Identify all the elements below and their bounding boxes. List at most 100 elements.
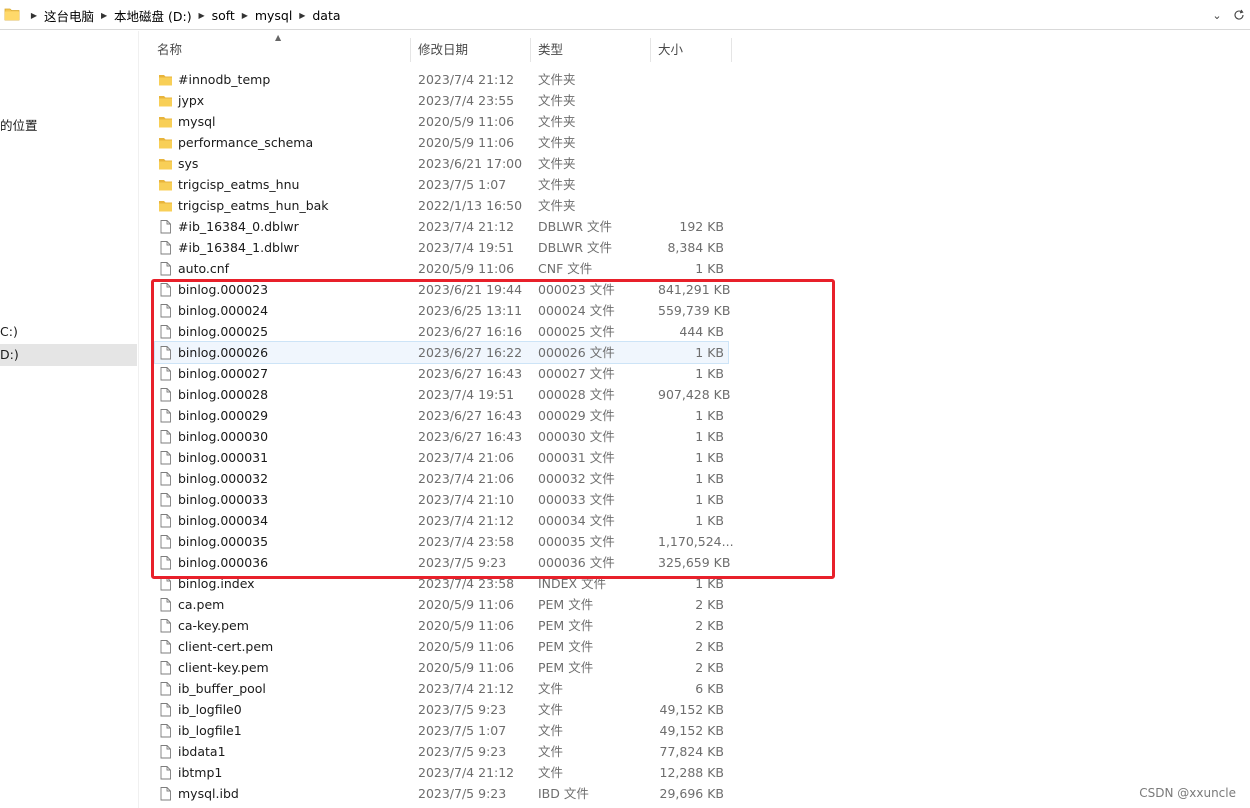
file-type: 000026 文件 <box>538 345 615 360</box>
file-name: ibdata1 <box>178 744 226 759</box>
file-type: 文件 <box>538 723 564 738</box>
file-row[interactable]: binlog.000026 2023/6/27 16:22 000026 文件 1 K… <box>154 341 729 364</box>
folder-icon <box>159 180 172 191</box>
breadcrumb-item[interactable]: mysql <box>253 8 295 23</box>
file-type: DBLWR 文件 <box>538 219 613 234</box>
chevron-down-icon[interactable]: ⌄ <box>1206 0 1228 30</box>
file-name: binlog.000034 <box>178 513 269 528</box>
file-row[interactable]: binlog.000027 2023/6/27 16:43 000027 文件 1 K… <box>155 363 728 384</box>
file-type: 文件夹 <box>538 114 576 129</box>
file-row[interactable]: ib_logfile0 2023/7/5 9:23 文件 49,152 KB <box>155 699 728 720</box>
chevron-right-icon[interactable]: ▶ <box>29 0 39 30</box>
column-date-header[interactable]: 修改日期 <box>411 38 531 62</box>
file-type: 文件夹 <box>538 198 576 213</box>
file-name: binlog.000024 <box>178 303 269 318</box>
file-row[interactable]: #ib_16384_1.dblwr 2023/7/4 19:51 DBLWR 文件 8… <box>155 237 728 258</box>
refresh-icon[interactable] <box>1228 0 1250 30</box>
file-row[interactable]: binlog.000035 2023/7/4 23:58 000035 文件 1,17… <box>155 531 734 552</box>
file-date: 2020/5/9 11:06 <box>418 660 515 675</box>
file-icon <box>160 451 171 465</box>
nav-item-drive-d[interactable]: D:) <box>0 344 137 366</box>
file-row[interactable]: ibdata1 2023/7/5 9:23 文件 77,824 KB <box>155 741 728 762</box>
file-row[interactable]: client-key.pem 2020/5/9 11:06 PEM 文件 2 KB <box>155 657 728 678</box>
file-date: 2023/7/4 21:12 <box>418 219 515 234</box>
breadcrumb-item[interactable]: 这台电脑 <box>42 6 96 25</box>
column-size-header[interactable]: 大小 <box>651 38 732 62</box>
file-row[interactable]: ib_logfile1 2023/7/5 1:07 文件 49,152 KB <box>155 720 728 741</box>
folder-icon <box>159 96 172 107</box>
file-size: 2 KB <box>695 660 724 675</box>
file-date: 2023/7/4 21:12 <box>418 513 515 528</box>
file-row[interactable]: ca.pem 2020/5/9 11:06 PEM 文件 2 KB <box>155 594 728 615</box>
file-date: 2023/6/27 16:16 <box>418 324 523 339</box>
file-row[interactable]: performance_schema 2020/5/9 11:06 文件夹 <box>155 132 728 153</box>
watermark: CSDN @xxuncle <box>1139 786 1236 800</box>
file-name: binlog.000025 <box>178 324 269 339</box>
file-size: 1 KB <box>695 471 724 486</box>
file-date: 2023/6/25 13:11 <box>418 303 523 318</box>
chevron-right-icon[interactable]: ▶ <box>197 0 207 30</box>
pane-divider[interactable] <box>138 31 139 808</box>
file-row[interactable]: trigcisp_eatms_hnu 2023/7/5 1:07 文件夹 <box>155 174 728 195</box>
file-icon <box>160 619 171 633</box>
file-row[interactable]: mysql 2020/5/9 11:06 文件夹 <box>155 111 728 132</box>
file-name: trigcisp_eatms_hun_bak <box>178 198 329 213</box>
file-name: #ib_16384_1.dblwr <box>178 240 299 255</box>
file-row[interactable]: binlog.000028 2023/7/4 19:51 000028 文件 907,… <box>155 384 730 405</box>
file-row[interactable]: jypx 2023/7/4 23:55 文件夹 <box>155 90 728 111</box>
file-size: 1 KB <box>695 366 724 381</box>
breadcrumb-item[interactable]: 本地磁盘 (D:) <box>112 6 194 25</box>
file-name: ib_buffer_pool <box>178 681 266 696</box>
column-name-header[interactable]: ▲ 名称 <box>150 33 411 62</box>
file-icon <box>160 262 171 276</box>
file-type: 000028 文件 <box>538 387 615 402</box>
file-row[interactable]: #innodb_temp 2023/7/4 21:12 文件夹 <box>155 69 728 90</box>
chevron-right-icon[interactable]: ▶ <box>297 0 307 30</box>
file-row[interactable]: auto.cnf 2020/5/9 11:06 CNF 文件 1 KB <box>155 258 728 279</box>
file-type: 文件夹 <box>538 72 576 87</box>
file-row[interactable]: mysql.ibd 2023/7/5 9:23 IBD 文件 29,696 KB <box>155 783 728 804</box>
file-row[interactable]: binlog.000034 2023/7/4 21:12 000034 文件 1 KB <box>155 510 728 531</box>
file-row[interactable]: binlog.000025 2023/6/27 16:16 000025 文件 444… <box>155 321 728 342</box>
file-type: 000024 文件 <box>538 303 615 318</box>
file-date: 2023/7/5 9:23 <box>418 744 507 759</box>
file-row[interactable]: client-cert.pem 2020/5/9 11:06 PEM 文件 2 KB <box>155 636 728 657</box>
file-row[interactable]: binlog.000029 2023/6/27 16:43 000029 文件 1 K… <box>155 405 728 426</box>
breadcrumb-item[interactable]: soft <box>210 8 237 23</box>
chevron-right-icon[interactable]: ▶ <box>240 0 250 30</box>
breadcrumb-item[interactable]: data <box>310 8 342 23</box>
file-list: #innodb_temp 2023/7/4 21:12 文件夹 jypx 2023/7/… <box>154 69 734 804</box>
file-row[interactable]: #ib_16384_0.dblwr 2023/7/4 21:12 DBLWR 文件 1… <box>155 216 728 237</box>
file-row[interactable]: binlog.000032 2023/7/4 21:06 000032 文件 1 KB <box>155 468 728 489</box>
file-size: 559,739 KB <box>658 303 731 318</box>
column-type-header[interactable]: 类型 <box>531 38 651 62</box>
file-size: 6 KB <box>695 681 724 696</box>
nav-item-drive-c[interactable]: C:) <box>0 321 137 343</box>
file-row[interactable]: binlog.000023 2023/6/21 19:44 000023 文件 841… <box>155 279 730 300</box>
file-date: 2023/7/4 21:06 <box>418 450 515 465</box>
address-bar[interactable]: ▶ 这台电脑 ▶ 本地磁盘 (D:) ▶ soft ▶ mysql ▶ data ⌄ <box>0 0 1250 30</box>
folder-icon <box>4 8 20 21</box>
file-name: binlog.000036 <box>178 555 269 570</box>
file-row[interactable]: ib_buffer_pool 2023/7/4 21:12 文件 6 KB <box>155 678 728 699</box>
file-row[interactable]: binlog.000030 2023/6/27 16:43 000030 文件 1 K… <box>155 426 728 447</box>
file-row[interactable]: ca-key.pem 2020/5/9 11:06 PEM 文件 2 KB <box>155 615 728 636</box>
nav-item-label: 的位置 <box>0 118 38 133</box>
file-row[interactable]: binlog.000033 2023/7/4 21:10 000033 文件 1 KB <box>155 489 728 510</box>
chevron-right-icon[interactable]: ▶ <box>99 0 109 30</box>
file-row[interactable]: binlog.index 2023/7/4 23:58 INDEX 文件 1 KB <box>155 573 728 594</box>
file-row[interactable]: trigcisp_eatms_hun_bak 2022/1/13 16:50 文件夹 <box>155 195 728 216</box>
file-row[interactable]: binlog.000024 2023/6/25 13:11 000024 文件 559… <box>155 300 731 321</box>
file-type: PEM 文件 <box>538 660 594 675</box>
file-date: 2023/7/4 19:51 <box>418 387 515 402</box>
file-row[interactable]: ibtmp1 2023/7/4 21:12 文件 12,288 KB <box>155 762 728 783</box>
file-date: 2023/7/5 9:23 <box>418 555 507 570</box>
nav-item-recent-locations[interactable]: 的位置 <box>0 115 137 137</box>
file-type: 000032 文件 <box>538 471 615 486</box>
file-row[interactable]: binlog.000036 2023/7/5 9:23 000036 文件 325,6… <box>155 552 730 573</box>
nav-item-label: C:) <box>0 324 18 339</box>
file-icon <box>160 346 171 360</box>
file-row[interactable]: sys 2023/6/21 17:00 文件夹 <box>155 153 728 174</box>
file-row[interactable]: binlog.000031 2023/7/4 21:06 000031 文件 1 KB <box>155 447 728 468</box>
file-type: 文件 <box>538 744 564 759</box>
